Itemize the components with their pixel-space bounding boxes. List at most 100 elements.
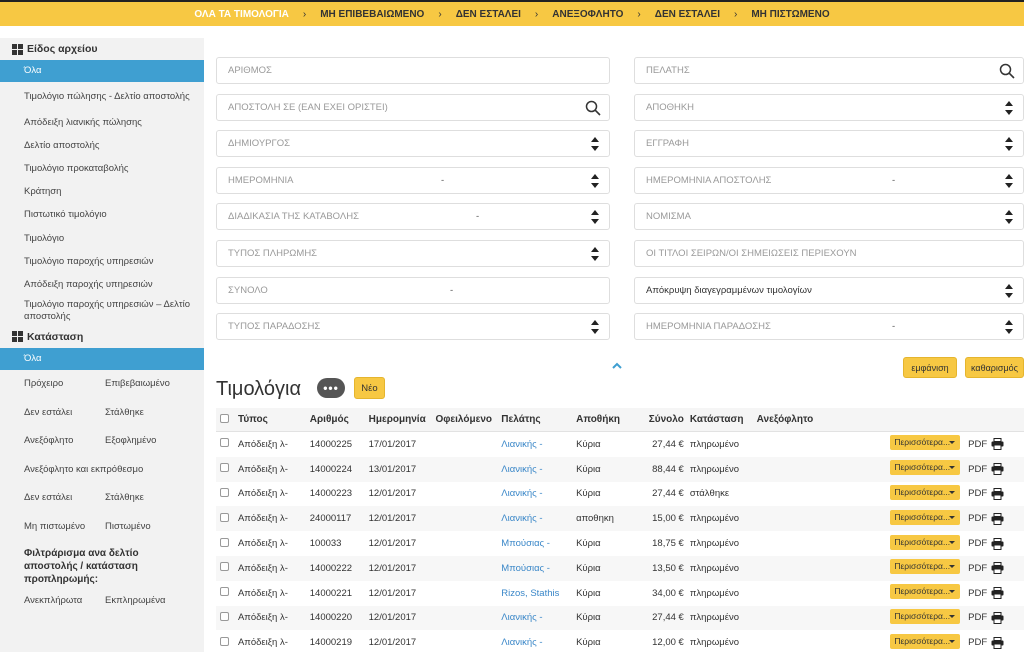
row-checkbox[interactable] [220, 537, 229, 547]
customer-link[interactable]: Λιανικής - [501, 488, 542, 499]
sidebar-item-fulfilled[interactable]: Εκπληρωμένα [105, 595, 204, 606]
more-actions-button[interactable]: ••• [317, 378, 345, 398]
sidebar-item-status[interactable]: Δεν εστάλει [0, 492, 105, 503]
row-checkbox[interactable] [220, 463, 229, 473]
sidebar-item-status[interactable]: Μη πιστωμένο [0, 521, 105, 532]
sidebar-item-doc-type[interactable]: Πιστωτικό τιμολόγιο [0, 204, 204, 227]
more-dropdown-button[interactable]: Περισσότερα... [890, 484, 961, 500]
column-unpaid[interactable]: Ανεξόφλητο [757, 414, 891, 425]
customer-link[interactable]: Λιανικής - [501, 612, 542, 623]
shipping-filter-input[interactable]: ΑΠΟΣΤΟΛΗ ΣΕ (ΕΑΝ ΕΧΕΙ ΟΡΙΣΤΕΙ) [216, 94, 610, 121]
table-row[interactable]: Απόδειξη λ- 100033 12/01/2017 Μπούσιας - Κύρ… [216, 531, 1024, 556]
table-row[interactable]: Απόδειξη λ- 14000220 12/01/2017 Λιανικής - Κ… [216, 605, 1024, 631]
printer-icon[interactable] [991, 463, 1004, 476]
status-tab[interactable]: ΔΕΝ ΕΣΤΑΛΕΙ [641, 9, 734, 20]
table-row[interactable]: Απόδειξη λ- 14000219 12/01/2017 Λιανικής - Κ… [216, 630, 1024, 652]
printer-icon[interactable] [991, 587, 1004, 600]
status-tab[interactable]: ΑΝΕΞΟΦΛΗΤΟ [538, 9, 637, 20]
more-dropdown-button[interactable]: Περισσότερα... [890, 608, 961, 624]
column-warehouse[interactable]: Αποθήκη [576, 414, 634, 425]
column-number[interactable]: Αριθμός [310, 414, 369, 425]
row-checkbox[interactable] [220, 487, 229, 497]
entry-select[interactable]: ΕΓΓΡΑΦΗ [634, 130, 1024, 157]
status-tab[interactable]: ΜΗ ΠΙΣΤΩΜΕΝΟ [737, 9, 843, 20]
sidebar-item-doc-type[interactable]: Τιμολόγιο [0, 227, 204, 250]
total-range-input[interactable]: ΣΥΝΟΛΟ - [216, 277, 610, 304]
pdf-link[interactable]: PDF [968, 612, 987, 623]
customer-filter-input[interactable]: ΠΕΛΑΤΗΣ [634, 57, 1024, 84]
sidebar-item-doc-type[interactable]: Τιμολόγιο παροχής υπηρεσιών – Δελτίο απο… [0, 297, 204, 326]
customer-link[interactable]: Λιανικής - [501, 513, 542, 524]
sidebar-item-doc-type[interactable]: Δελτίο αποστολής [0, 134, 204, 157]
sidebar-item-doc-type[interactable]: Απόδειξη λιανικής πώλησης [0, 111, 204, 134]
ship-date-range-select[interactable]: ΗΜΕΡΟΜΗΝΙΑ ΑΠΟΣΤΟΛΗΣ - [634, 167, 1024, 194]
column-customer[interactable]: Πελάτης [501, 414, 576, 425]
pdf-link[interactable]: PDF [968, 513, 987, 524]
select-all-checkbox[interactable] [220, 413, 229, 423]
sidebar-item-status[interactable]: Στάλθηκε [105, 492, 204, 503]
sidebar-item-status[interactable]: Ανεξόφλητο [0, 435, 105, 446]
pdf-link[interactable]: PDF [968, 464, 987, 475]
creator-select[interactable]: ΔΗΜΙΟΥΡΓΟΣ [216, 130, 610, 157]
pdf-link[interactable]: PDF [968, 588, 987, 599]
row-checkbox[interactable] [220, 438, 229, 448]
status-tab[interactable]: ΜΗ ΕΠΙΒΕΒΑΙΩΜΕΝΟ [306, 9, 438, 20]
sidebar-item-status[interactable]: Στάλθηκε [105, 407, 204, 418]
status-tab[interactable]: ΔΕΝ ΕΣΤΑΛΕΙ [442, 9, 535, 20]
delivery-type-select[interactable]: ΤΥΠΟΣ ΠΑΡΑΔΟΣΗΣ [216, 313, 610, 340]
printer-icon[interactable] [991, 512, 1004, 525]
printer-icon[interactable] [991, 537, 1004, 550]
sidebar-item-status[interactable]: Επιβεβαιωμένο [105, 378, 204, 389]
more-dropdown-button[interactable]: Περισσότερα... [890, 559, 961, 575]
more-dropdown-button[interactable]: Περισσότερα... [890, 509, 961, 525]
column-total[interactable]: Σύνολο [634, 414, 690, 425]
show-button[interactable]: εμφάνιση [903, 357, 957, 378]
sidebar-item-status-all[interactable]: Όλα [0, 347, 204, 370]
table-row[interactable]: Απόδειξη λ- 24000117 12/01/2017 Λιανικής - α… [216, 506, 1024, 532]
status-tab[interactable]: ΟΛΑ ΤΑ ΤΙΜΟΛΟΓΙΑ [180, 9, 302, 20]
table-row[interactable]: Απόδειξη λ- 14000225 17/01/2017 Λιανικής - Κ… [216, 432, 1024, 457]
new-invoice-button[interactable]: Νέο [354, 377, 385, 399]
table-row[interactable]: Απόδειξη λ- 14000223 12/01/2017 Λιανικής - Κ… [216, 482, 1024, 507]
printer-icon[interactable] [991, 611, 1004, 624]
hide-deleted-select[interactable]: Απόκρυψη διαγεγραμμένων τιμολογίων [634, 277, 1024, 304]
printer-icon[interactable] [991, 487, 1004, 500]
more-dropdown-button[interactable]: Περισσότερα... [890, 534, 961, 550]
row-checkbox[interactable] [220, 512, 229, 522]
date-range-select[interactable]: ΗΜΕΡΟΜΗΝΙΑ - [216, 167, 610, 194]
warehouse-select[interactable]: ΑΠΟΘΗΚΗ [634, 94, 1024, 121]
payment-type-select[interactable]: ΤΥΠΟΣ ΠΛΗΡΩΜΗΣ [216, 240, 610, 267]
sidebar-item-doc-type[interactable]: Τιμολόγιο πώλησης - Δελτίο αποστολής [0, 82, 204, 111]
sidebar-item-doc-type[interactable]: Όλα [0, 60, 204, 82]
titles-contain-input[interactable]: ΟΙ ΤΙΤΛΟΙ ΣΕΙΡΩΝ/ΟΙ ΣΗΜΕΙΩΣΕΙΣ ΠΕΡΙΕΧΟΥΝ [634, 240, 1024, 267]
clear-button[interactable]: καθαρισμός [965, 357, 1024, 378]
customer-link[interactable]: Λιανικής - [501, 637, 542, 648]
customer-link[interactable]: Rizos, Stathis [501, 588, 559, 599]
table-row[interactable]: Απόδειξη λ- 14000222 12/01/2017 Μπούσιας - Κ… [216, 555, 1024, 581]
column-owed[interactable]: Οφειλόμενο [435, 414, 501, 425]
printer-icon[interactable] [991, 438, 1004, 451]
pdf-link[interactable]: PDF [968, 637, 987, 648]
sidebar-item-status[interactable]: Δεν εστάλει [0, 407, 105, 418]
sidebar-item-doc-type[interactable]: Κράτηση [0, 181, 204, 204]
currency-select[interactable]: ΝΟΜΙΣΜΑ [634, 203, 1024, 230]
sidebar-item-doc-type[interactable]: Τιμολόγιο παροχής υπηρεσιών [0, 250, 204, 273]
pdf-link[interactable]: PDF [968, 538, 987, 549]
column-date[interactable]: Ημερομηνία [369, 414, 436, 425]
payment-process-select[interactable]: ΔΙΑΔΙΚΑΣΙΑ ΤΗΣ ΚΑΤΑΒΟΛΗΣ - [216, 203, 610, 230]
more-dropdown-button[interactable]: Περισσότερα... [890, 460, 961, 476]
pdf-link[interactable]: PDF [968, 439, 987, 450]
table-row[interactable]: Απόδειξη λ- 14000224 13/01/2017 Λιανικής - Κ… [216, 456, 1024, 482]
sidebar-item-status[interactable]: Ανεξόφλητο και εκπρόθεσμο [0, 455, 204, 484]
customer-link[interactable]: Λιανικής - [501, 439, 542, 450]
table-row[interactable]: Απόδειξη λ- 14000221 12/01/2017 Rizos, Stat… [216, 581, 1024, 606]
more-dropdown-button[interactable]: Περισσότερα... [890, 633, 961, 649]
more-dropdown-button[interactable]: Περισσότερα... [890, 435, 961, 451]
customer-link[interactable]: Μπούσιας - [501, 563, 550, 574]
sidebar-item-status[interactable]: Πιστωμένο [105, 521, 204, 532]
chevron-up-icon[interactable] [611, 361, 623, 371]
customer-link[interactable]: Λιανικής - [501, 464, 542, 475]
sidebar-item-doc-type[interactable]: Τιμολόγιο προκαταβολής [0, 157, 204, 180]
search-icon[interactable] [999, 63, 1015, 79]
number-filter-input[interactable]: ΑΡΙΘΜΟΣ [216, 57, 610, 84]
